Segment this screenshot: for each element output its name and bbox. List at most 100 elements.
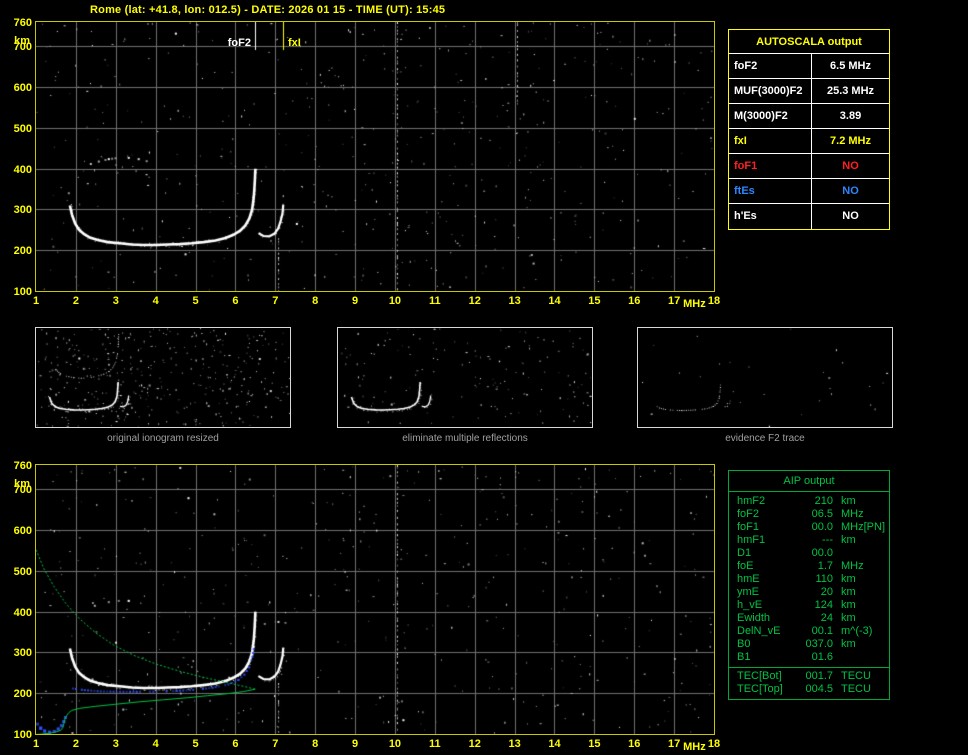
window-title: Rome (lat: +41.8, lon: 012.5) - DATE: 20… — [90, 4, 446, 16]
aip-row-value: 037.0 — [805, 638, 833, 650]
aip-row-value: 124 — [814, 599, 833, 611]
aip-table-rows: hmF2 210 km foF2 06.5 MHz foF1 00.0 MHz [PN] hmF1-… — [729, 495, 889, 696]
x-tick-label: 9 — [351, 738, 359, 750]
panel-evidence-f2-trace-canvas — [638, 328, 892, 427]
x-tick-label: 14 — [548, 738, 561, 750]
aip-row-label: hmF1 — [737, 534, 766, 546]
autoscala-row-value: NO — [842, 160, 859, 172]
y-tick-label: 200 — [13, 688, 32, 701]
autoscala-row-value: 6.5 MHz — [830, 60, 871, 72]
ionogram-bottom-canvas — [36, 465, 714, 734]
x-tick-label: 3 — [112, 295, 119, 307]
autoscala-row-label: MUF(3000)F2 — [729, 79, 812, 103]
aip-row-unit: km — [841, 534, 856, 546]
x-tick-label: 13 — [508, 738, 521, 750]
aip-row-unit: km — [841, 586, 856, 598]
autoscala-table-row: h'Es NO — [729, 204, 889, 229]
ionogram-top-plot — [35, 21, 715, 292]
y-tick-label: 300 — [13, 647, 32, 660]
aip-table-row: foF1 00.0 MHz [PN] — [729, 521, 889, 534]
aip-row-value: 110 — [815, 573, 833, 585]
autoscala-table-row: ftEs NO — [729, 179, 889, 204]
aip-table-row: hmF1 --- km — [729, 534, 889, 547]
autoscala-row-value: 3.89 — [839, 110, 862, 122]
x-tick-label: 8 — [312, 738, 319, 750]
autoscala-row-label: foF2 — [729, 54, 812, 78]
x-tick-label: 7 — [272, 295, 279, 307]
aip-tec-row: TEC[Bot] 001.7 TECU — [729, 670, 889, 683]
x-tick-label: 15 — [588, 295, 601, 307]
aip-row-label: B1 — [737, 651, 751, 663]
x-tick-label: 9 — [351, 295, 359, 307]
x-tick-label: 3 — [112, 738, 119, 750]
y-tick-label: 400 — [13, 163, 32, 176]
y-tick-label: 100 — [13, 729, 32, 741]
autoscala-row-value: 7.2 MHz — [830, 135, 871, 147]
aip-row-unit: km — [841, 599, 856, 611]
y-tick-label: 300 — [13, 204, 32, 217]
aip-row-label: DelN_vE — [737, 625, 781, 637]
ionogram-top-canvas — [36, 22, 714, 291]
aip-row-unit — [833, 651, 841, 664]
x-tick-label: 17 — [667, 738, 681, 750]
x-tick-label: 4 — [152, 295, 159, 307]
aip-table-row: h_vE 124 km — [729, 599, 889, 612]
x-tick-label: 14 — [548, 295, 561, 307]
y-tick-label: 100 — [13, 286, 32, 298]
aip-row-value: 00.0 — [811, 547, 833, 559]
foF2-marker-label: foF2 — [227, 37, 251, 49]
aip-row-label: foF1 — [737, 521, 760, 533]
x-tick-label: 12 — [468, 295, 481, 307]
aip-tec-separator — [729, 667, 889, 668]
x-axis-unit-label: MHz — [683, 741, 706, 753]
aip-row-unit: km — [841, 638, 856, 650]
aip-row-label: ymE — [737, 586, 759, 598]
aip-row-label: hmF2 — [737, 495, 766, 507]
autoscala-table-row: foF1 NO — [729, 154, 889, 179]
aip-row-label: TEC[Bot] — [737, 670, 782, 682]
aip-table-row: ymE 20 km — [729, 586, 889, 599]
y-axis-unit-label: km — [14, 478, 30, 490]
aip-tec-row: TEC[Top] 004.5 TECU — [729, 683, 889, 696]
aip-row-unit: m^(-3) — [841, 625, 873, 637]
fxI-marker-label: fxI — [288, 37, 301, 49]
y-tick-label: 200 — [13, 245, 32, 258]
x-tick-label: 8 — [312, 295, 319, 307]
aip-row-value: 001.7 — [805, 670, 833, 682]
x-tick-label: 16 — [628, 738, 641, 750]
y-tick-label: 600 — [13, 82, 32, 95]
panel-original-ionogram-canvas — [36, 328, 290, 427]
aip-row-unit: km — [841, 573, 856, 585]
autoscala-table-title: AUTOSCALA output — [729, 30, 889, 54]
y-tick-label: 400 — [13, 606, 32, 619]
y-tick-label: 600 — [13, 525, 32, 538]
aip-row-unit — [833, 547, 841, 560]
aip-row-value: 06.5 — [811, 508, 833, 520]
panel-evidence-f2-trace — [637, 327, 893, 428]
aip-row-unit: MHz — [841, 521, 864, 533]
aip-row-label: foE — [737, 560, 754, 572]
x-tick-label: 16 — [628, 295, 641, 307]
autoscala-table-rows: foF2 6.5 MHz MUF(3000)F2 25.3 MHz M(3000)F2 3… — [729, 54, 889, 229]
aip-row-value: 210 — [814, 495, 833, 507]
panel-caption-eliminate: eliminate multiple reflections — [402, 433, 528, 444]
aip-table-row: foE 1.7 MHz — [729, 560, 889, 573]
x-tick-label: 11 — [428, 738, 441, 750]
aip-row-value: 00.1 — [811, 625, 833, 637]
x-tick-label: 5 — [192, 738, 199, 750]
panel-caption-original: original ionogram resized — [107, 433, 219, 444]
x-tick-label: 13 — [508, 295, 521, 307]
autoscala-row-value: NO — [842, 210, 859, 222]
panel-original-ionogram — [35, 327, 291, 428]
aip-table-row: B0 037.0 km — [729, 638, 889, 651]
autoscala-row-label: ftEs — [729, 179, 812, 203]
autoscala-row-label: foF1 — [729, 154, 812, 178]
panel-eliminate-reflections-canvas — [338, 328, 592, 427]
aip-row-label: TEC[Top] — [737, 683, 783, 695]
aip-row-label: foF2 — [737, 508, 760, 520]
aip-row-value: 24 — [820, 612, 833, 624]
y-tick-label: 760 — [13, 460, 32, 472]
x-tick-label: 2 — [72, 295, 79, 307]
ionogram-bottom-plot — [35, 464, 715, 735]
aip-table-row: B1 01.6 — [729, 651, 889, 664]
